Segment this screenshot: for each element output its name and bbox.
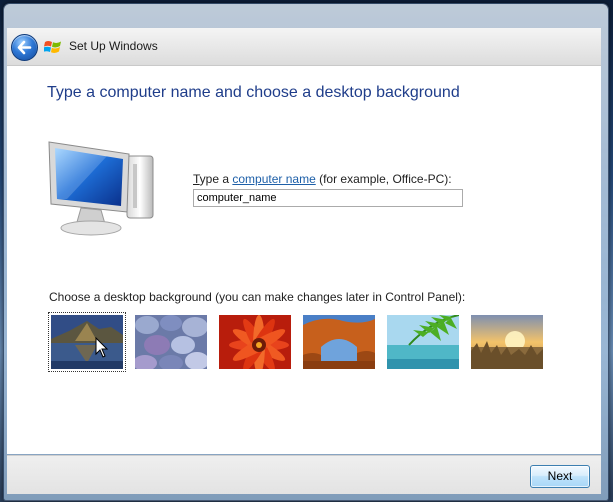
pebbles-wallpaper-icon (135, 315, 207, 369)
background-label: Choose a desktop background (you can mak… (49, 290, 466, 304)
page-heading: Type a computer name and choose a deskto… (47, 84, 460, 101)
back-button[interactable] (11, 34, 38, 61)
mountain-lake-wallpaper-icon (51, 315, 123, 369)
palm-leaf-wallpaper-icon (387, 315, 459, 369)
background-thumbnails (48, 312, 551, 372)
wallpaper-thumbnail-flower[interactable] (219, 315, 291, 369)
computer-name-input[interactable] (193, 189, 463, 207)
content-panel: Type a computer name and choose a deskto… (7, 66, 601, 454)
window-title: Set Up Windows (69, 39, 158, 53)
windows-logo-icon (44, 41, 61, 53)
label-prefix: ype a (199, 172, 233, 186)
wallpaper-thumbnail-sunset[interactable] (471, 315, 543, 369)
back-arrow-icon (17, 40, 32, 55)
title-bar: Set Up Windows (7, 28, 601, 66)
computer-name-link[interactable]: computer name (232, 172, 315, 186)
wallpaper-thumbnail-pebbles[interactable] (135, 315, 207, 369)
computer-icon (48, 141, 154, 236)
wallpaper-thumbnail-palm[interactable] (387, 315, 459, 369)
computer-name-label: Type a computer name (for example, Offic… (193, 172, 452, 186)
sunset-field-wallpaper-icon (471, 315, 543, 369)
label-accelerator: T (193, 172, 200, 186)
red-flower-wallpaper-icon (219, 315, 291, 369)
next-button[interactable]: Next (530, 465, 590, 488)
wallpaper-thumbnail-arch[interactable] (303, 315, 375, 369)
rock-arch-wallpaper-icon (303, 315, 375, 369)
mouse-cursor-icon (95, 337, 109, 358)
wallpaper-thumbnail-mountain[interactable] (48, 312, 126, 372)
label-suffix: (for example, Office-PC): (315, 172, 452, 186)
footer-bar: Next (7, 455, 601, 494)
